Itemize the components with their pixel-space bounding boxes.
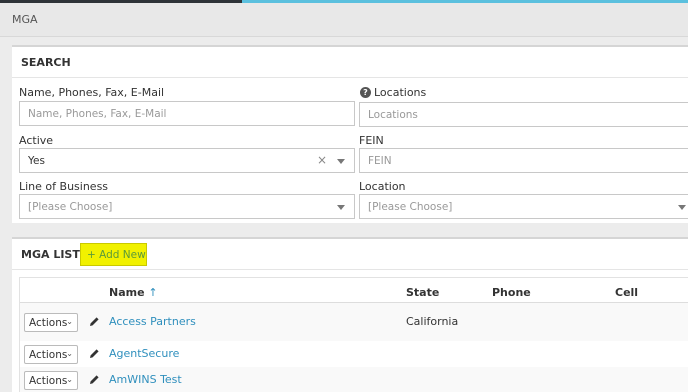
- column-header-phone[interactable]: Phone: [492, 286, 531, 299]
- chevron-down-icon: ⌄: [66, 317, 73, 326]
- chevron-down-icon: ⌄: [66, 349, 73, 358]
- column-header-cell[interactable]: Cell: [615, 286, 638, 299]
- locations-field-label: ? Locations: [360, 86, 426, 99]
- table-row: Actions ⌄ AgentSecure: [20, 341, 688, 367]
- line-of-business-select[interactable]: [Please Choose]: [19, 194, 355, 219]
- active-select-value: Yes: [28, 155, 45, 167]
- search-panel-title: SEARCH: [21, 56, 71, 69]
- help-icon[interactable]: ?: [360, 87, 371, 98]
- pencil-icon[interactable]: [89, 374, 100, 385]
- mga-list-panel: MGA LIST + Add New Name ↑ State Phone Ce…: [12, 237, 688, 392]
- name-field-label: Name, Phones, Fax, E-Mail: [19, 86, 165, 99]
- mga-table: Name ↑ State Phone Cell Actions ⌄ Access…: [19, 277, 688, 392]
- column-header-name-label: Name: [109, 286, 145, 299]
- mga-list-title: MGA LIST: [21, 248, 80, 261]
- sort-ascending-icon: ↑: [148, 286, 158, 299]
- locations-placeholder: Locations: [368, 109, 418, 121]
- add-new-button[interactable]: + Add New: [80, 243, 147, 266]
- location-select-value: [Please Choose]: [368, 201, 453, 213]
- active-field-label: Active: [19, 134, 54, 147]
- divider: [12, 77, 688, 78]
- mga-state-cell: California: [406, 315, 459, 328]
- actions-label: Actions: [29, 349, 68, 361]
- chevron-down-icon: ⌄: [66, 375, 73, 384]
- column-header-name[interactable]: Name ↑: [109, 286, 158, 299]
- mga-name-link[interactable]: AgentSecure: [109, 347, 179, 360]
- line-of-business-label: Line of Business: [19, 180, 109, 193]
- mga-name-link[interactable]: AmWINS Test: [109, 373, 182, 386]
- locations-label-text: Locations: [374, 86, 427, 99]
- pencil-icon[interactable]: [89, 348, 100, 359]
- clear-icon[interactable]: ×: [317, 153, 327, 167]
- column-header-state[interactable]: State: [406, 286, 439, 299]
- actions-dropdown[interactable]: Actions ⌄: [24, 371, 78, 390]
- search-panel: SEARCH Name, Phones, Fax, E-Mail Name, P…: [12, 45, 688, 223]
- table-row: Actions ⌄ AmWINS Test: [20, 367, 688, 392]
- location-field-label: Location: [359, 180, 406, 193]
- page-header: MGA: [0, 3, 688, 37]
- chevron-down-icon[interactable]: [337, 205, 345, 210]
- name-search-placeholder: Name, Phones, Fax, E-Mail: [28, 108, 167, 120]
- actions-label: Actions: [29, 375, 68, 387]
- locations-input[interactable]: Locations: [359, 102, 688, 127]
- add-new-label: + Add New: [87, 249, 146, 261]
- table-row: Actions ⌄ Access Partners California: [20, 303, 688, 341]
- chevron-down-icon[interactable]: [337, 159, 345, 164]
- divider: [12, 269, 688, 270]
- fein-placeholder: FEIN: [368, 155, 392, 167]
- location-select[interactable]: [Please Choose]: [359, 194, 688, 219]
- mga-name-link[interactable]: Access Partners: [109, 315, 196, 328]
- actions-label: Actions: [29, 317, 68, 329]
- actions-dropdown[interactable]: Actions ⌄: [24, 313, 78, 332]
- fein-field-label: FEIN: [359, 134, 384, 147]
- page-title: MGA: [12, 13, 38, 26]
- name-search-input[interactable]: Name, Phones, Fax, E-Mail: [19, 101, 355, 126]
- pencil-icon[interactable]: [89, 316, 100, 327]
- fein-input[interactable]: FEIN: [359, 148, 688, 173]
- active-select[interactable]: Yes ×: [19, 148, 355, 173]
- actions-dropdown[interactable]: Actions ⌄: [24, 345, 78, 364]
- chevron-down-icon[interactable]: [678, 205, 686, 210]
- line-of-business-value: [Please Choose]: [28, 201, 113, 213]
